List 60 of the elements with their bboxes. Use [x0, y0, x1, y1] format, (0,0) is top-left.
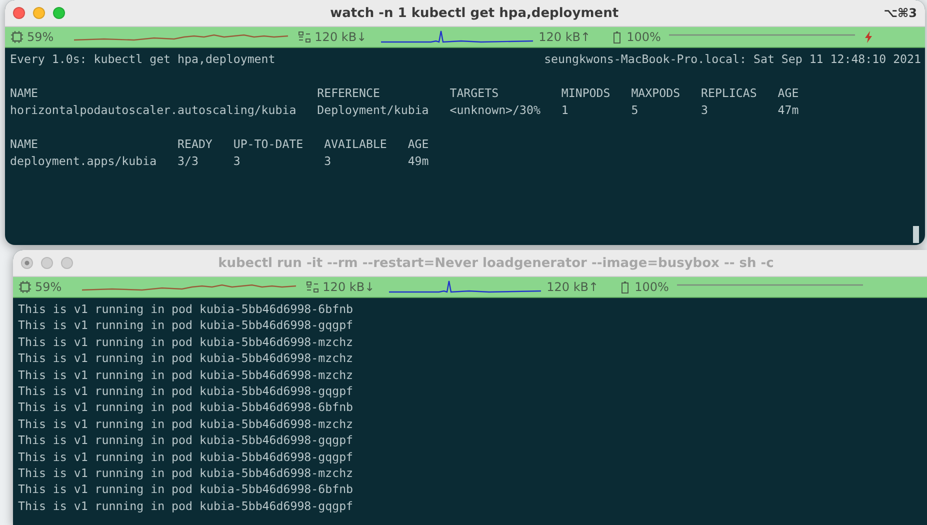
cpu-icon	[19, 281, 31, 293]
zoom-button[interactable]	[61, 257, 73, 269]
watch-command: Every 1.0s: kubectl get hpa,deployment	[10, 51, 276, 68]
output-line: This is v1 running in pod kubia-5bb46d6998-6bfnb	[18, 301, 354, 318]
minimize-button[interactable]	[41, 257, 53, 269]
table-cell-text: horizontalpodautoscaler.autoscaling/kubia	[10, 102, 298, 119]
output-line: This is v1 running in pod kubia-5bb46d6998-mzchz	[18, 366, 354, 384]
column-header: UP-TO-DATE	[233, 136, 304, 153]
battery-icon	[612, 30, 621, 44]
column-header: MINPODS	[561, 85, 612, 102]
output-line: This is v1 running in pod kubia-5bb46d6998-gqgpf	[18, 432, 354, 449]
window-title: kubectl run -it --rm --restart=Never loadgenerator --image=busybox -- sh -c	[217, 256, 775, 270]
battery-icon	[620, 280, 629, 294]
table-cell-text: 49m	[408, 153, 430, 170]
column-header: NAME	[10, 85, 39, 102]
output-line: This is v1 running in pod kubia-5bb46d6998-mzchz	[18, 465, 354, 482]
table-cell-text: 3	[700, 102, 709, 119]
column-header: AGE	[408, 136, 430, 153]
table-cell-text: 47m	[778, 102, 800, 119]
window-title: watch -n 1 kubectl get hpa,deployment	[329, 6, 620, 20]
window-shortcut: ⌥⌘3	[884, 6, 917, 20]
cpu-usage: 59%	[35, 280, 62, 294]
scrollbar-thumb[interactable]	[913, 226, 919, 243]
close-button[interactable]	[21, 257, 33, 269]
column-header: NAME	[10, 136, 39, 153]
output-line: This is v1 running in pod kubia-5bb46d6998-mzchz	[18, 416, 354, 432]
table-cell-text: 1	[561, 102, 570, 119]
upload-rate: 120 kB↑	[546, 280, 599, 294]
network-icon	[306, 281, 319, 293]
table-cell-text: deployment.apps/kubia	[10, 153, 158, 170]
network-icon	[298, 31, 311, 43]
output-line: This is v1 running in pod kubia-5bb46d6998-mzchz	[18, 350, 354, 367]
upload-rate: 120 kB↑	[538, 30, 591, 44]
output-line: This is v1 running in pod kubia-5bb46d6998-6bfnb	[18, 399, 354, 416]
output-line: This is v1 running in pod kubia-5bb46d6998-gqgpf	[18, 317, 354, 334]
battery-level: 100%	[634, 280, 669, 294]
table-cell-text: 3	[233, 153, 242, 170]
column-header: TARGETS	[450, 85, 500, 102]
output-line: This is v1 running in pod kubia-5bb46d6998-gqgpf	[18, 383, 354, 400]
table-cell-text: 3/3	[178, 153, 200, 170]
table-cell-text: Deployment/kubia	[317, 102, 430, 119]
download-rate: 120 kB↓	[322, 280, 375, 294]
table-cell-text: 3	[324, 153, 332, 170]
output-line: This is v1 running in pod kubia-5bb46d6998-mzchz	[18, 334, 354, 350]
column-header: REFERENCE	[317, 85, 381, 102]
output-line: This is v1 running in pod kubia-5bb46d6998-gqgpf	[18, 448, 354, 466]
column-header: READY	[178, 136, 214, 153]
column-header: AGE	[778, 85, 800, 102]
output-line: This is v1 running in pod kubia-5bb46d6998-gqgpf	[18, 498, 354, 514]
cpu-icon	[11, 31, 23, 43]
battery-level: 100%	[626, 30, 661, 44]
column-header: REPLICAS	[700, 85, 758, 102]
table-cell-text: 5	[631, 102, 640, 119]
download-rate: 120 kB↓	[314, 30, 367, 44]
output-line: This is v1 running in pod kubia-5bb46d6998-6bfnb	[18, 481, 354, 498]
table-cell-text: <unknown>/30%	[450, 102, 542, 119]
column-header: AVAILABLE	[324, 136, 388, 153]
host-and-time: seungkwons-MacBook-Pro.local: Sat Sep 11 12:48:10 2021	[544, 51, 921, 68]
cpu-usage: 59%	[27, 30, 54, 44]
column-header: MAXPODS	[631, 85, 682, 102]
